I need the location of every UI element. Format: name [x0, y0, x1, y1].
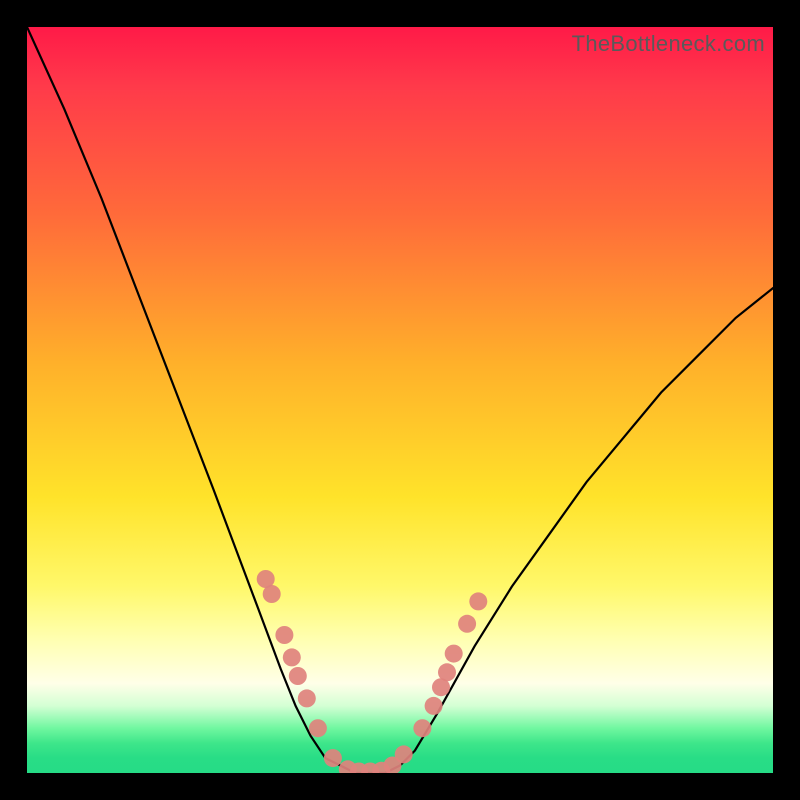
- marker-dot: [324, 749, 342, 767]
- marker-dot: [425, 697, 443, 715]
- marker-dot: [445, 645, 463, 663]
- marker-dot: [469, 592, 487, 610]
- marker-dot: [298, 689, 316, 707]
- markers-group: [257, 570, 488, 773]
- bottleneck-curve-path: [27, 27, 773, 773]
- marker-dot: [275, 626, 293, 644]
- marker-dot: [289, 667, 307, 685]
- marker-dot: [413, 719, 431, 737]
- marker-dot: [263, 585, 281, 603]
- plot-area: TheBottleneck.com: [27, 27, 773, 773]
- marker-dot: [438, 663, 456, 681]
- marker-dot: [458, 615, 476, 633]
- marker-dot: [283, 648, 301, 666]
- chart-overlay: [27, 27, 773, 773]
- chart-frame: TheBottleneck.com: [0, 0, 800, 800]
- marker-dot: [309, 719, 327, 737]
- curve-group: [27, 27, 773, 773]
- watermark-label: TheBottleneck.com: [572, 31, 765, 57]
- marker-dot: [395, 745, 413, 763]
